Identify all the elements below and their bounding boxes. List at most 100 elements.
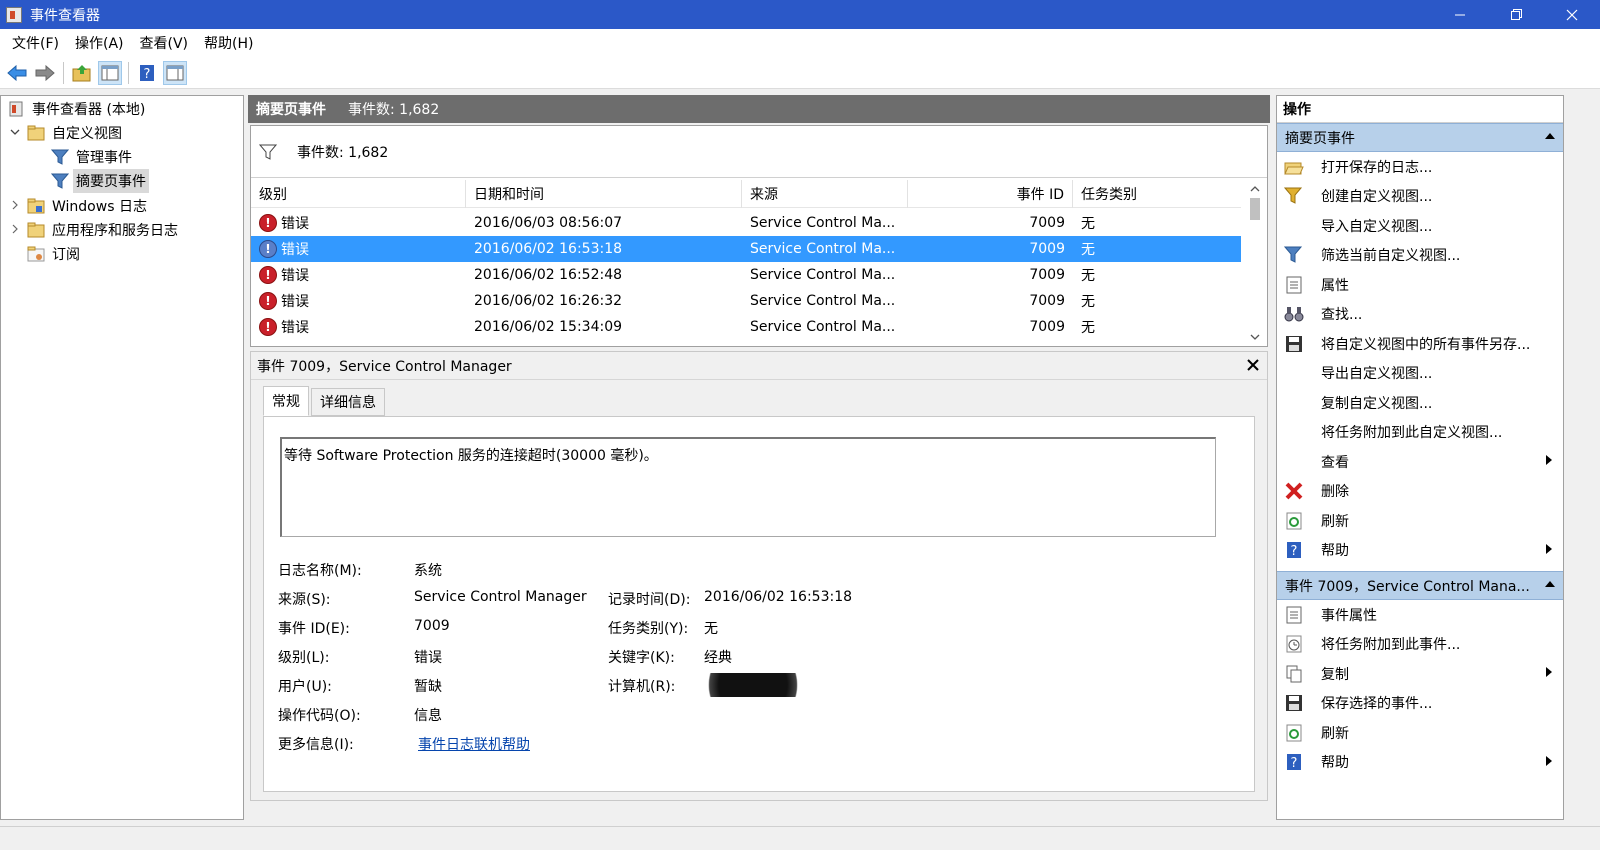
folder-open-icon (27, 124, 45, 142)
action-export-custom-view[interactable]: 导出自定义视图... (1277, 359, 1563, 389)
delete-icon (1283, 480, 1305, 502)
action-find[interactable]: 查找... (1277, 300, 1563, 330)
table-row[interactable]: ! 错误 2016/06/02 16:52:48 Service Control … (251, 262, 1241, 288)
actions-section-summary[interactable]: 摘要页事件 (1277, 123, 1563, 152)
chevron-down-icon[interactable] (9, 127, 21, 140)
back-button[interactable] (5, 61, 29, 85)
column-datetime[interactable]: 日期和时间 (466, 180, 742, 208)
show-hide-tree-button[interactable] (98, 60, 122, 85)
keywords-value: 经典 (704, 650, 732, 666)
toolbar-separator (63, 61, 64, 84)
online-help-link[interactable]: 事件日志联机帮助 (418, 734, 530, 754)
action-attach-task-to-view[interactable]: 将任务附加到此自定义视图... (1277, 418, 1563, 448)
action-label: 复制 (1321, 666, 1349, 683)
chevron-right-icon[interactable] (9, 200, 21, 213)
action-copy[interactable]: 复制 (1277, 659, 1563, 689)
filter-icon (51, 172, 69, 190)
back-arrow-icon (7, 64, 27, 81)
scroll-down-icon[interactable] (1243, 328, 1267, 346)
tab-details[interactable]: 详细信息 (311, 388, 385, 416)
action-properties[interactable]: 属性 (1277, 270, 1563, 300)
collapse-up-icon[interactable] (1545, 580, 1555, 591)
event-list-scrollbar[interactable] (1243, 180, 1267, 346)
minimize-button[interactable] (1432, 0, 1488, 29)
action-attach-task-to-event[interactable]: 将任务附加到此事件... (1277, 630, 1563, 660)
properties-icon (1283, 604, 1305, 626)
source-value: Service Control Manager (414, 589, 587, 605)
tree-label: 摘要页事件 (73, 169, 149, 193)
tree-item-root[interactable]: 事件查看器 (本地) (7, 97, 148, 121)
row-level-cell: ! 错误 (251, 288, 466, 314)
menu-help[interactable]: 帮助(H) (196, 33, 261, 53)
maximize-button[interactable] (1488, 0, 1544, 29)
row-datetime: 2016/06/03 08:56:07 (474, 215, 623, 231)
help-button[interactable]: ? (135, 61, 159, 85)
row-level-cell: ! 错误 (251, 210, 466, 236)
tree-item-windows-logs[interactable]: Windows 日志 (9, 194, 150, 218)
action-save-all-events[interactable]: 将自定义视图中的所有事件另存... (1277, 329, 1563, 359)
submenu-arrow-icon (1545, 455, 1553, 468)
action-save-selected-events[interactable]: 保存选择的事件... (1277, 689, 1563, 719)
table-row[interactable]: ! 错误 2016/06/02 16:26:32 Service Control … (251, 288, 1241, 314)
section-label: 摘要页事件 (1285, 130, 1355, 147)
title-bar: 事件查看器 (0, 0, 1600, 29)
action-label: 查看 (1321, 454, 1349, 471)
actions-section-event[interactable]: 事件 7009，Service Control Mana... (1277, 571, 1563, 600)
event-message[interactable]: 等待 Software Protection 服务的连接超时(30000 毫秒)… (280, 437, 1216, 537)
tree-item-summary-events[interactable]: 摘要页事件 (51, 169, 149, 193)
action-help[interactable]: ? 帮助 (1277, 536, 1563, 566)
action-refresh[interactable]: 刷新 (1277, 506, 1563, 536)
error-icon: ! (259, 240, 277, 258)
detail-close-button[interactable] (1247, 356, 1259, 375)
action-copy-custom-view[interactable]: 复制自定义视图... (1277, 388, 1563, 418)
table-row[interactable]: ! 错误 2016/06/03 08:56:07 Service Control … (251, 210, 1241, 236)
tree-item-app-service-logs[interactable]: 应用程序和服务日志 (9, 218, 181, 242)
action-help-event[interactable]: ? 帮助 (1277, 748, 1563, 778)
action-event-properties[interactable]: 事件属性 (1277, 600, 1563, 630)
action-label: 将自定义视图中的所有事件另存... (1321, 336, 1531, 353)
tree-item-admin-events[interactable]: 管理事件 (51, 145, 135, 169)
tree-label: 订阅 (52, 247, 80, 263)
tree-label: Windows 日志 (52, 199, 147, 215)
action-import-custom-view[interactable]: 导入自定义视图... (1277, 211, 1563, 241)
row-level: 错误 (281, 294, 309, 310)
tab-general[interactable]: 常规 (263, 386, 309, 416)
action-delete[interactable]: 删除 (1277, 477, 1563, 507)
close-button[interactable] (1544, 0, 1600, 29)
row-source: Service Control Ma... (750, 215, 896, 231)
collapse-up-icon[interactable] (1545, 132, 1555, 143)
table-row-selected[interactable]: ! 错误 2016/06/02 16:53:18 Service Control … (251, 236, 1241, 262)
column-event-id[interactable]: 事件 ID (908, 180, 1073, 208)
menu-file[interactable]: 文件(F) (4, 33, 67, 53)
action-filter-current-view[interactable]: 筛选当前自定义视图... (1277, 241, 1563, 271)
scroll-up-icon[interactable] (1243, 180, 1267, 198)
chevron-right-icon[interactable] (9, 224, 21, 237)
event-viewer-icon (7, 100, 25, 118)
more-info-label: 更多信息(I): (278, 737, 354, 753)
menu-action[interactable]: 操作(A) (67, 33, 132, 53)
action-refresh-event[interactable]: 刷新 (1277, 718, 1563, 748)
column-task-category[interactable]: 任务类别 (1073, 180, 1241, 208)
filter-add-icon (1283, 185, 1305, 207)
folder-up-icon (72, 64, 91, 81)
forward-button[interactable] (33, 61, 57, 85)
action-create-custom-view[interactable]: 创建自定义视图... (1277, 182, 1563, 212)
row-source: Service Control Ma... (750, 267, 896, 283)
action-label: 筛选当前自定义视图... (1321, 248, 1461, 265)
action-view[interactable]: 查看 (1277, 447, 1563, 477)
action-label: 导入自定义视图... (1321, 218, 1433, 235)
show-action-pane-button[interactable] (163, 60, 187, 85)
computer-label: 计算机(R): (608, 679, 676, 695)
action-open-saved-log[interactable]: 打开保存的日志... (1277, 152, 1563, 182)
menu-view[interactable]: 查看(V) (132, 33, 197, 53)
up-folder-button[interactable] (70, 61, 94, 85)
table-row[interactable]: ! 错误 2016/06/02 15:34:09 Service Control … (251, 314, 1241, 340)
tree-item-custom-views[interactable]: 自定义视图 (9, 121, 125, 145)
opcode-label: 操作代码(O): (278, 708, 361, 724)
scroll-thumb[interactable] (1250, 198, 1260, 220)
tree-item-subscriptions[interactable]: 订阅 (27, 242, 83, 266)
general-tab-body: 等待 Software Protection 服务的连接超时(30000 毫秒)… (263, 416, 1255, 792)
column-level[interactable]: 级别 (251, 180, 466, 208)
center-header: 摘要页事件 事件数: 1,682 (248, 95, 1270, 123)
column-source[interactable]: 来源 (742, 180, 908, 208)
